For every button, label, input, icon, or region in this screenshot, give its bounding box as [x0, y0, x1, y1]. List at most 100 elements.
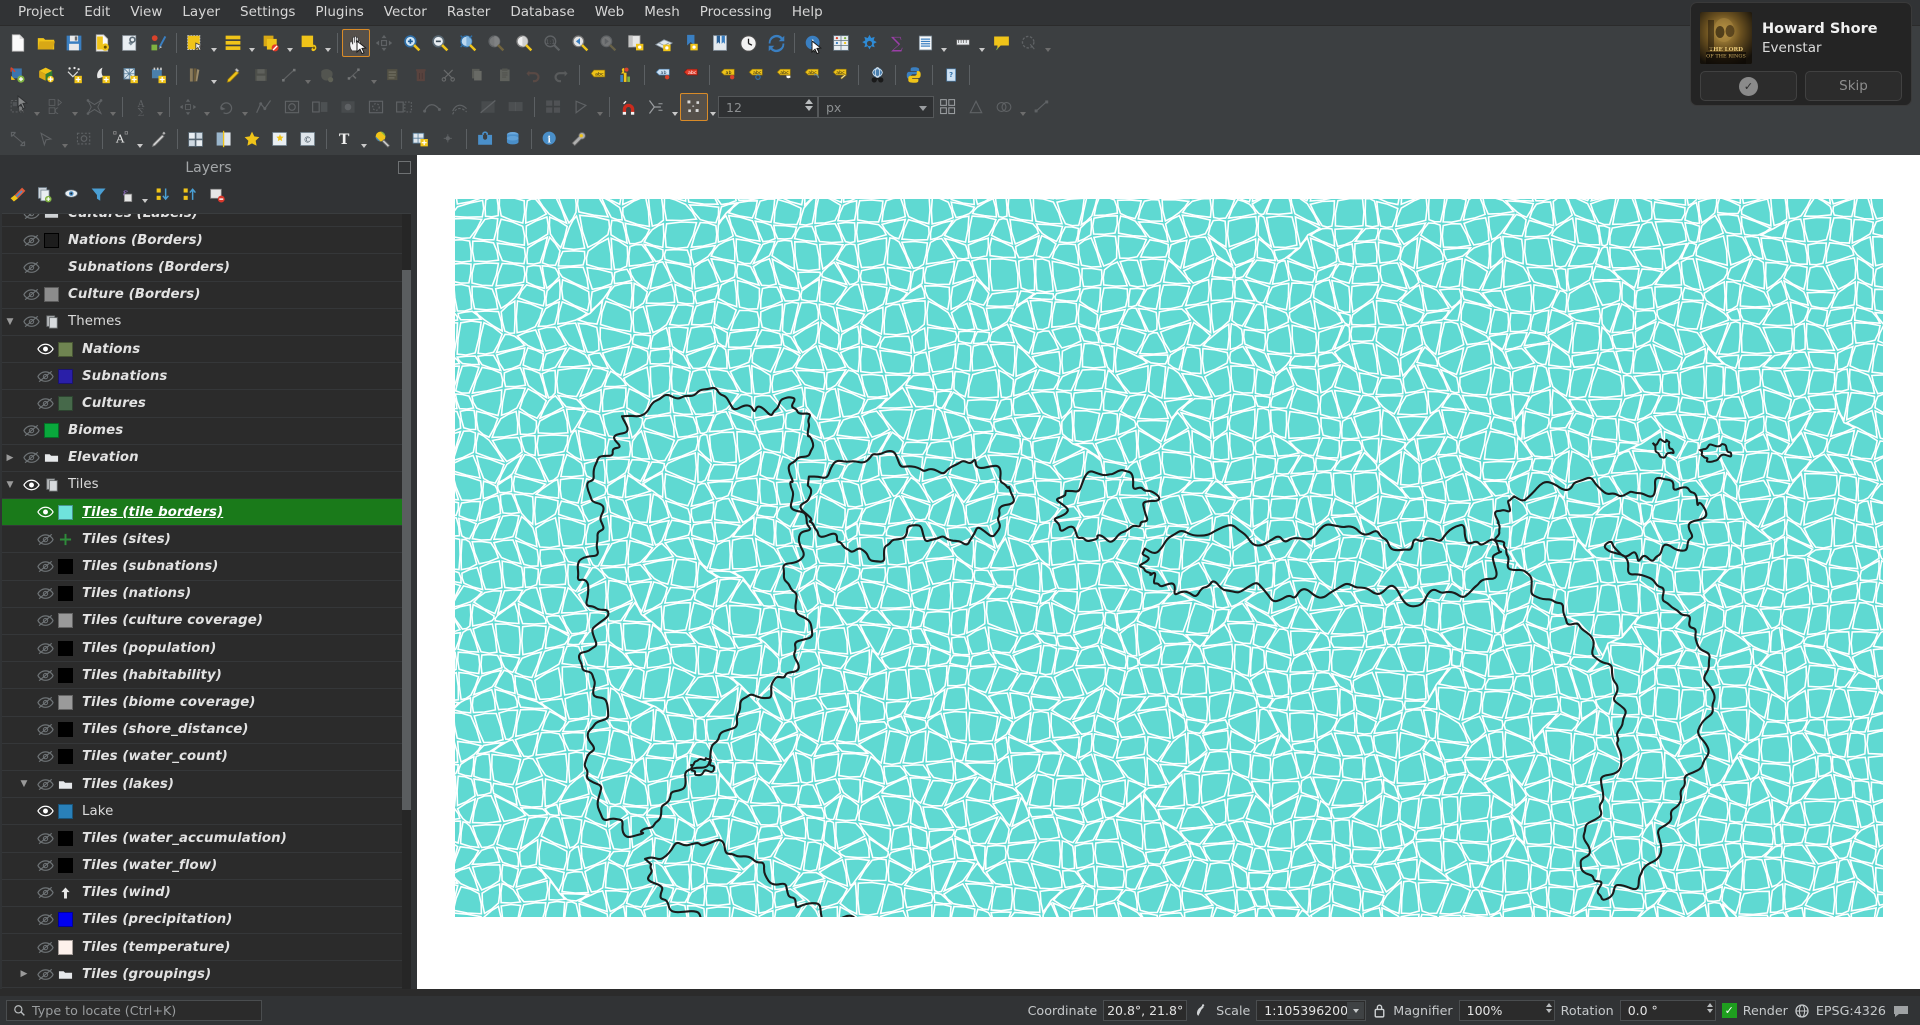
dropdown-chevron-icon[interactable] — [108, 94, 118, 120]
open-project-icon[interactable] — [32, 29, 60, 57]
layer-row[interactable]: Tiles (sites) — [2, 526, 411, 554]
copyright-label-icon[interactable]: © — [294, 125, 322, 153]
layer-hidden-eye-icon[interactable] — [32, 696, 58, 709]
layer-row[interactable]: Tiles (tile borders) — [2, 499, 411, 527]
database-manager-icon[interactable] — [499, 125, 527, 153]
dropdown-chevron-icon[interactable] — [70, 94, 80, 120]
crs-label[interactable]: EPSG:4326 — [1816, 1003, 1886, 1018]
dropdown-chevron-icon[interactable] — [247, 30, 257, 56]
expander-collapse-icon[interactable]: ▼ — [2, 317, 18, 327]
layer-row[interactable]: Tiles (nations) — [2, 581, 411, 608]
menu-item-processing[interactable]: Processing — [690, 0, 782, 25]
layer-row[interactable]: Nations — [2, 336, 411, 364]
current-edits-icon[interactable] — [181, 61, 209, 89]
layer-row[interactable]: Subnations — [2, 363, 411, 391]
highlight-labels-icon[interactable]: abc — [677, 61, 705, 89]
layer-hidden-eye-icon[interactable] — [32, 859, 58, 872]
dropdown-chevron-icon[interactable] — [1018, 94, 1028, 120]
dropdown-chevron-icon[interactable] — [135, 126, 145, 152]
layers-scrollbar[interactable] — [402, 214, 411, 989]
layer-hidden-eye-icon[interactable] — [32, 560, 58, 573]
dropdown-chevron-icon[interactable] — [209, 62, 219, 88]
snapping-type-icon[interactable] — [680, 93, 708, 121]
layer-hidden-eye-icon[interactable] — [32, 941, 58, 954]
diagram-icon[interactable] — [612, 61, 640, 89]
expander-collapse-icon[interactable]: ▼ — [16, 779, 32, 789]
layer-hidden-eye-icon[interactable] — [18, 315, 44, 328]
text-annotation-icon[interactable]: A — [107, 125, 135, 153]
zoom-full-icon[interactable] — [454, 29, 482, 57]
dropdown-chevron-icon[interactable] — [977, 30, 987, 56]
layer-row[interactable]: Cultures (Labels) — [2, 214, 411, 228]
messages-icon[interactable] — [1892, 1003, 1910, 1019]
show-hide-labels-icon[interactable]: abc — [798, 61, 826, 89]
new-3d-map-view-icon[interactable] — [650, 29, 678, 57]
layer-visible-eye-icon[interactable] — [18, 479, 44, 491]
layer-row[interactable]: Tiles (biome coverage) — [2, 689, 411, 717]
save-project-as-icon[interactable] — [88, 29, 116, 57]
open-table-icon[interactable] — [911, 29, 939, 57]
help-icon[interactable]: ? — [937, 61, 965, 89]
expander-expand-icon[interactable]: ▶ — [16, 969, 32, 979]
layer-hidden-eye-icon[interactable] — [32, 587, 58, 600]
new-bookmark-icon[interactable] — [678, 29, 706, 57]
show-bookmarks-icon[interactable] — [706, 29, 734, 57]
layer-hidden-eye-icon[interactable] — [18, 214, 44, 220]
identify-features-icon[interactable]: i — [799, 29, 827, 57]
snapping-units-select[interactable]: px — [818, 96, 934, 118]
map-canvas[interactable] — [417, 155, 1920, 989]
layer-hidden-eye-icon[interactable] — [32, 642, 58, 655]
layer-hidden-eye-icon[interactable] — [32, 370, 58, 383]
save-project-icon[interactable] — [60, 29, 88, 57]
menu-item-database[interactable]: Database — [500, 0, 584, 25]
dropdown-chevron-icon[interactable] — [595, 94, 605, 120]
undock-icon[interactable] — [398, 161, 411, 174]
layer-row[interactable]: Tiles (water_accumulation) — [2, 825, 411, 853]
statistics-icon[interactable]: ∑ — [883, 29, 911, 57]
manage-map-themes-icon[interactable] — [59, 182, 85, 208]
menu-item-plugins[interactable]: Plugins — [305, 0, 373, 25]
layer-visible-eye-icon[interactable] — [32, 343, 58, 355]
filter-legend-icon[interactable] — [86, 182, 112, 208]
enable-tracing-icon[interactable] — [934, 93, 962, 121]
layer-row[interactable]: Tiles (shore_distance) — [2, 717, 411, 744]
label-icon[interactable]: abc — [584, 61, 612, 89]
filter-legend-expression-icon[interactable]: ε — [113, 182, 139, 208]
dropdown-chevron-icon[interactable] — [60, 126, 70, 152]
expander-expand-icon[interactable]: ▶ — [2, 453, 18, 463]
layer-visible-eye-icon[interactable] — [32, 506, 58, 518]
layer-hidden-eye-icon[interactable] — [32, 832, 58, 845]
add-delimited-text-layer-icon[interactable] — [60, 61, 88, 89]
layer-row[interactable]: ▼ Tiles — [2, 472, 411, 500]
rotate-label-icon[interactable]: abc — [742, 61, 770, 89]
project-properties-icon[interactable] — [116, 29, 144, 57]
processing-toolbox-icon[interactable] — [855, 29, 883, 57]
layer-row[interactable]: Tiles (water_count) — [2, 744, 411, 771]
menu-item-layer[interactable]: Layer — [172, 0, 230, 25]
snapping-mode-icon[interactable] — [642, 93, 670, 121]
new-project-icon[interactable] — [4, 29, 32, 57]
attribute-table-icon[interactable] — [827, 29, 855, 57]
new-print-layout-icon[interactable] — [181, 29, 209, 57]
toggle-editing-icon[interactable] — [219, 61, 247, 89]
metasearch-icon[interactable] — [863, 61, 891, 89]
remove-layer-icon[interactable] — [205, 182, 231, 208]
color-picker-icon[interactable] — [369, 125, 397, 153]
label-properties-icon[interactable]: abc — [826, 61, 854, 89]
rotation-spinner[interactable] — [1706, 1003, 1713, 1013]
layer-hidden-eye-icon[interactable] — [32, 669, 58, 682]
new-map-view-icon[interactable] — [622, 29, 650, 57]
scale-select[interactable]: 1:105396200 — [1256, 1000, 1367, 1021]
layer-hidden-eye-icon[interactable] — [32, 778, 58, 791]
new-report-icon[interactable] — [295, 29, 323, 57]
menu-item-project[interactable]: Project — [8, 0, 74, 25]
layer-row[interactable]: Tiles (temperature) — [2, 934, 411, 962]
layer-hidden-eye-icon[interactable] — [32, 397, 58, 410]
menu-item-help[interactable]: Help — [782, 0, 833, 25]
layer-hidden-eye-icon[interactable] — [32, 723, 58, 736]
python-console-icon[interactable] — [900, 61, 928, 89]
layer-hidden-eye-icon[interactable] — [18, 451, 44, 464]
map-swipe-icon[interactable] — [210, 125, 238, 153]
locator-search-input[interactable]: Type to locate (Ctrl+K) — [6, 1000, 262, 1021]
edit-annotation-icon[interactable] — [145, 125, 173, 153]
